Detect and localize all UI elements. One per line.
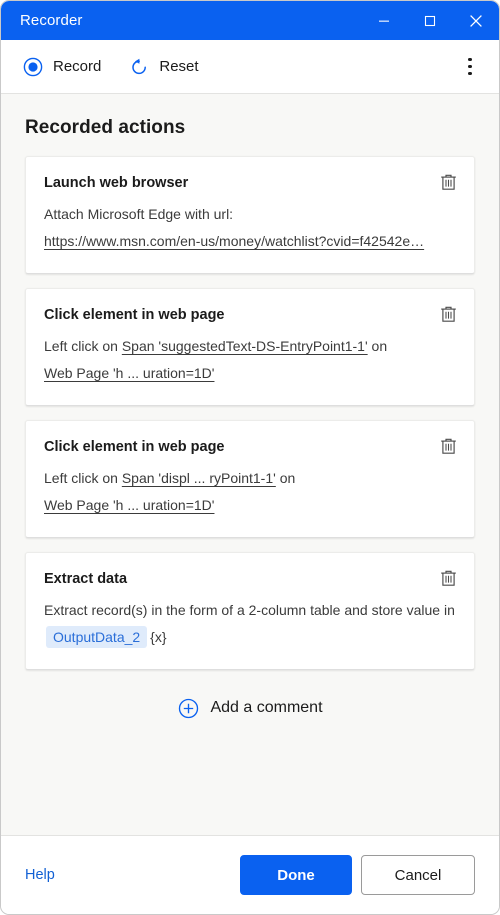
kebab-dot [468,64,472,69]
action-target-link[interactable]: Span 'displ ... ryPoint1-1' [122,470,276,486]
record-label: Record [53,58,102,75]
record-button[interactable]: Record [17,51,109,83]
reset-icon [128,56,150,78]
action-url-link[interactable]: https://www.msn.com/en-us/money/watchlis… [44,233,424,249]
trash-icon [440,438,456,454]
action-card-click-element-1[interactable]: Click element in web page Left click on … [25,288,475,406]
output-variable-chip[interactable]: OutputData_2 [46,626,148,648]
done-button[interactable]: Done [240,855,352,895]
action-target-link[interactable]: Span 'suggestedText-DS-EntryPoint1-1' [122,338,368,354]
action-description: Left click on Span 'displ ... ryPoint1-1… [44,465,456,519]
delete-action-button[interactable] [436,170,460,194]
kebab-dot [468,57,472,62]
action-description: Attach Microsoft Edge with url: https://… [44,201,456,255]
action-text: Extract record(s) in the form of a 2-col… [44,602,455,618]
close-button[interactable] [453,1,499,40]
action-prefix: Left click on [44,470,118,486]
help-link[interactable]: Help [25,867,55,883]
add-comment-button[interactable]: Add a comment [25,684,475,729]
more-options-button[interactable] [455,50,485,84]
plus-circle-icon [177,697,199,719]
action-description-line-1: Attach Microsoft Edge with url: [44,206,234,222]
trash-icon [440,570,456,586]
page-title: Recorded actions [25,117,186,138]
delete-action-button[interactable] [436,566,460,590]
variable-type-indicator: {x} [150,629,167,645]
trash-icon [440,174,456,190]
delete-action-button[interactable] [436,434,460,458]
action-page-link[interactable]: Web Page 'h ... uration=1D' [44,365,214,381]
footer-bar: Help Done Cancel [1,835,499,914]
add-comment-label: Add a comment [210,699,323,716]
kebab-dot [468,71,472,76]
cancel-button[interactable]: Cancel [361,855,475,895]
window-title: Recorder [20,12,83,29]
maximize-button[interactable] [407,1,453,40]
minimize-button[interactable] [361,1,407,40]
action-title: Click element in web page [44,307,225,323]
delete-action-button[interactable] [436,302,460,326]
action-card-header: Extract data [44,569,456,590]
action-title: Launch web browser [44,175,189,191]
action-card-launch-web-browser[interactable]: Launch web browser Attach Microsoft Edge… [25,156,475,274]
action-card-extract-data[interactable]: Extract data Extract record(s) in the fo… [25,552,475,670]
recorded-actions-panel: Recorded actions Launch web browser Atta… [1,94,499,835]
action-title: Click element in web page [44,439,225,455]
title-bar: Recorder [1,1,499,40]
trash-icon [440,306,456,322]
action-description: Extract record(s) in the form of a 2-col… [44,597,456,651]
reset-label: Reset [159,58,199,75]
action-card-header: Click element in web page [44,437,456,458]
action-page-link[interactable]: Web Page 'h ... uration=1D' [44,497,214,513]
action-joiner: on [371,338,388,354]
action-title: Extract data [44,571,128,587]
action-description: Left click on Span 'suggestedText-DS-Ent… [44,333,456,387]
action-card-header: Click element in web page [44,305,456,326]
action-prefix: Left click on [44,338,118,354]
action-joiner: on [279,470,296,486]
minimize-icon [379,20,389,22]
reset-button[interactable]: Reset [123,51,206,83]
record-icon [22,56,44,78]
action-card-header: Launch web browser [44,173,456,194]
recorder-window: Recorder Record Reset Recorded actions L… [0,0,500,915]
close-icon [470,14,482,27]
toolbar: Record Reset [1,40,499,94]
action-card-click-element-2[interactable]: Click element in web page Left click on … [25,420,475,538]
maximize-icon [424,15,436,26]
